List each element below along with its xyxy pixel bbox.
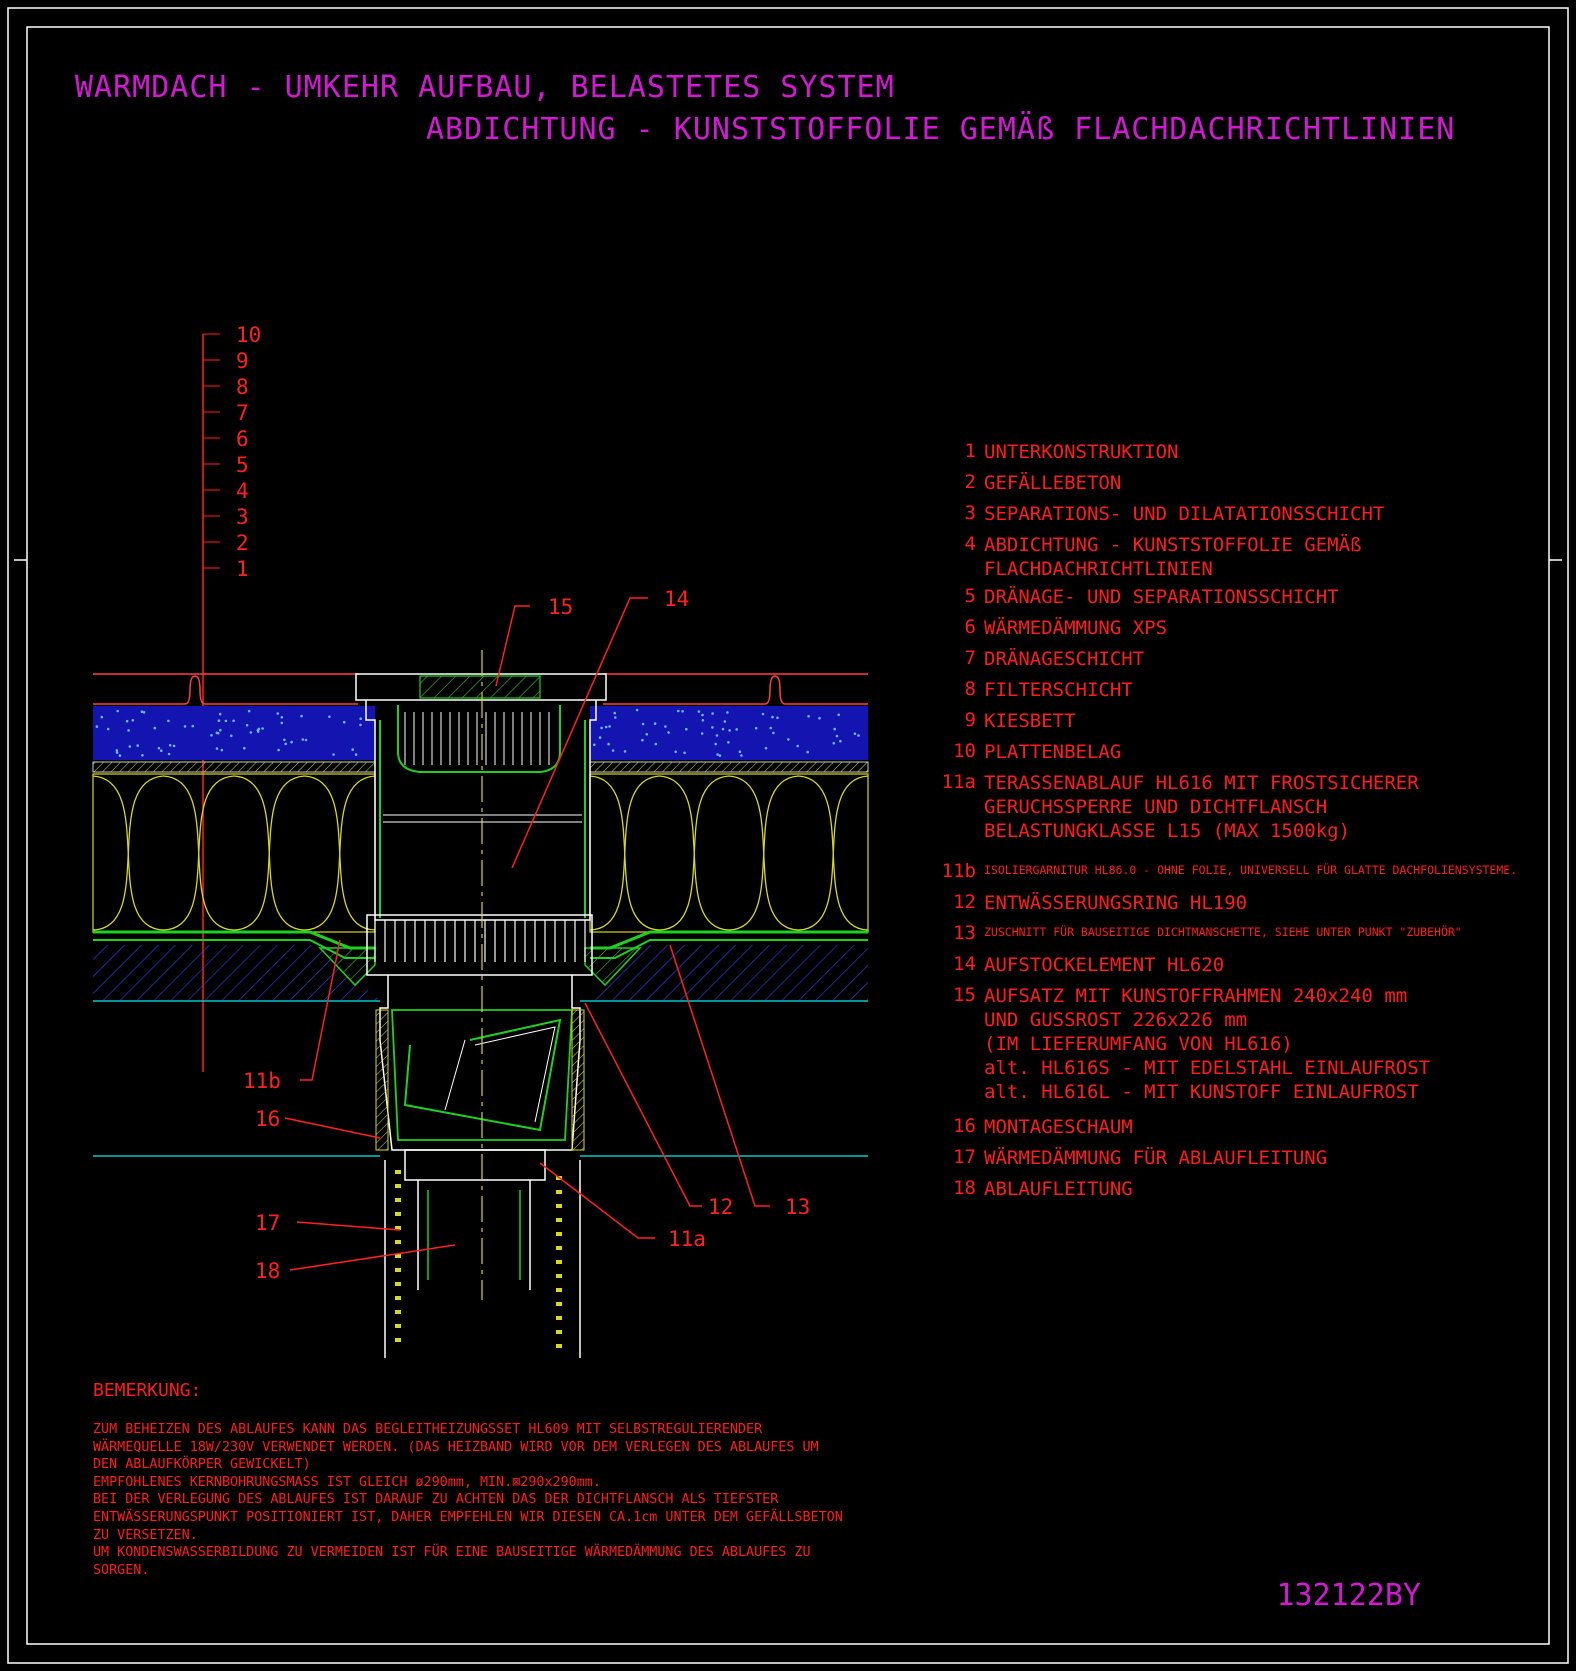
callout-11b: 11b bbox=[243, 1069, 281, 1093]
remark-heading: BEMERKUNG: bbox=[93, 1380, 202, 1401]
scale-label-7: 7 bbox=[236, 401, 249, 425]
title-line-1: WARMDACH - UMKEHR AUFBAU, BELASTETES SYS… bbox=[75, 70, 895, 105]
remark-line: BEI DER VERLEGUNG DES ABLAUFES IST DARAU… bbox=[93, 1492, 779, 1508]
drawing-code: 132122BY bbox=[1276, 1578, 1422, 1613]
remark-line: WÄRMEQUELLE 18W/230V VERWENDET WERDEN. (… bbox=[93, 1439, 819, 1455]
remark-block: BEMERKUNG: ZUM BEHEIZEN DES ABLAUFES KAN… bbox=[93, 1380, 913, 1579]
scale-label-2: 2 bbox=[236, 531, 249, 555]
callout-14: 14 bbox=[664, 587, 689, 611]
remark-line: ZUM BEHEIZEN DES ABLAUFES KANN DAS BEGLE… bbox=[93, 1422, 763, 1437]
scale-label-3: 3 bbox=[236, 505, 249, 529]
title-line-2: ABDICHTUNG - KUNSTSTOFFOLIE GEMÄß FLACHD… bbox=[426, 112, 1456, 147]
remark-line: ENTWÄSSERUNGSPUNKT POSITIONIERT IST, DAH… bbox=[93, 1509, 843, 1525]
scale-label-8: 8 bbox=[236, 375, 249, 399]
callout-17: 17 bbox=[255, 1211, 280, 1235]
callout-18: 18 bbox=[255, 1259, 280, 1283]
callout-13: 13 bbox=[785, 1195, 810, 1219]
callout-11a: 11a bbox=[668, 1227, 706, 1251]
callout-12: 12 bbox=[708, 1195, 733, 1219]
scale-label-1: 1 bbox=[236, 557, 249, 581]
callout-16: 16 bbox=[255, 1107, 280, 1131]
drain-body bbox=[355, 650, 607, 1358]
callout-15: 15 bbox=[548, 595, 573, 619]
remark-line: UM KONDENSWASSERBILDUNG ZU VERMEIDEN IST… bbox=[93, 1545, 811, 1561]
scale-label-9: 9 bbox=[236, 349, 249, 373]
scale-label-5: 5 bbox=[236, 453, 249, 477]
remark-line: SORGEN. bbox=[93, 1562, 150, 1578]
callout-leaders bbox=[284, 597, 770, 1271]
remark-line: DEN ABLAUFKÖRPER GEWICKELT) bbox=[93, 1457, 311, 1473]
scale-label-10: 10 bbox=[236, 323, 261, 347]
remark-line: EMPFOHLENES KERNBOHRUNGSMASS IST GLEICH … bbox=[93, 1474, 601, 1490]
scale-label-6: 6 bbox=[236, 427, 249, 451]
remark-line: ZU VERSETZEN. bbox=[93, 1527, 198, 1543]
scale-label-4: 4 bbox=[236, 479, 249, 503]
